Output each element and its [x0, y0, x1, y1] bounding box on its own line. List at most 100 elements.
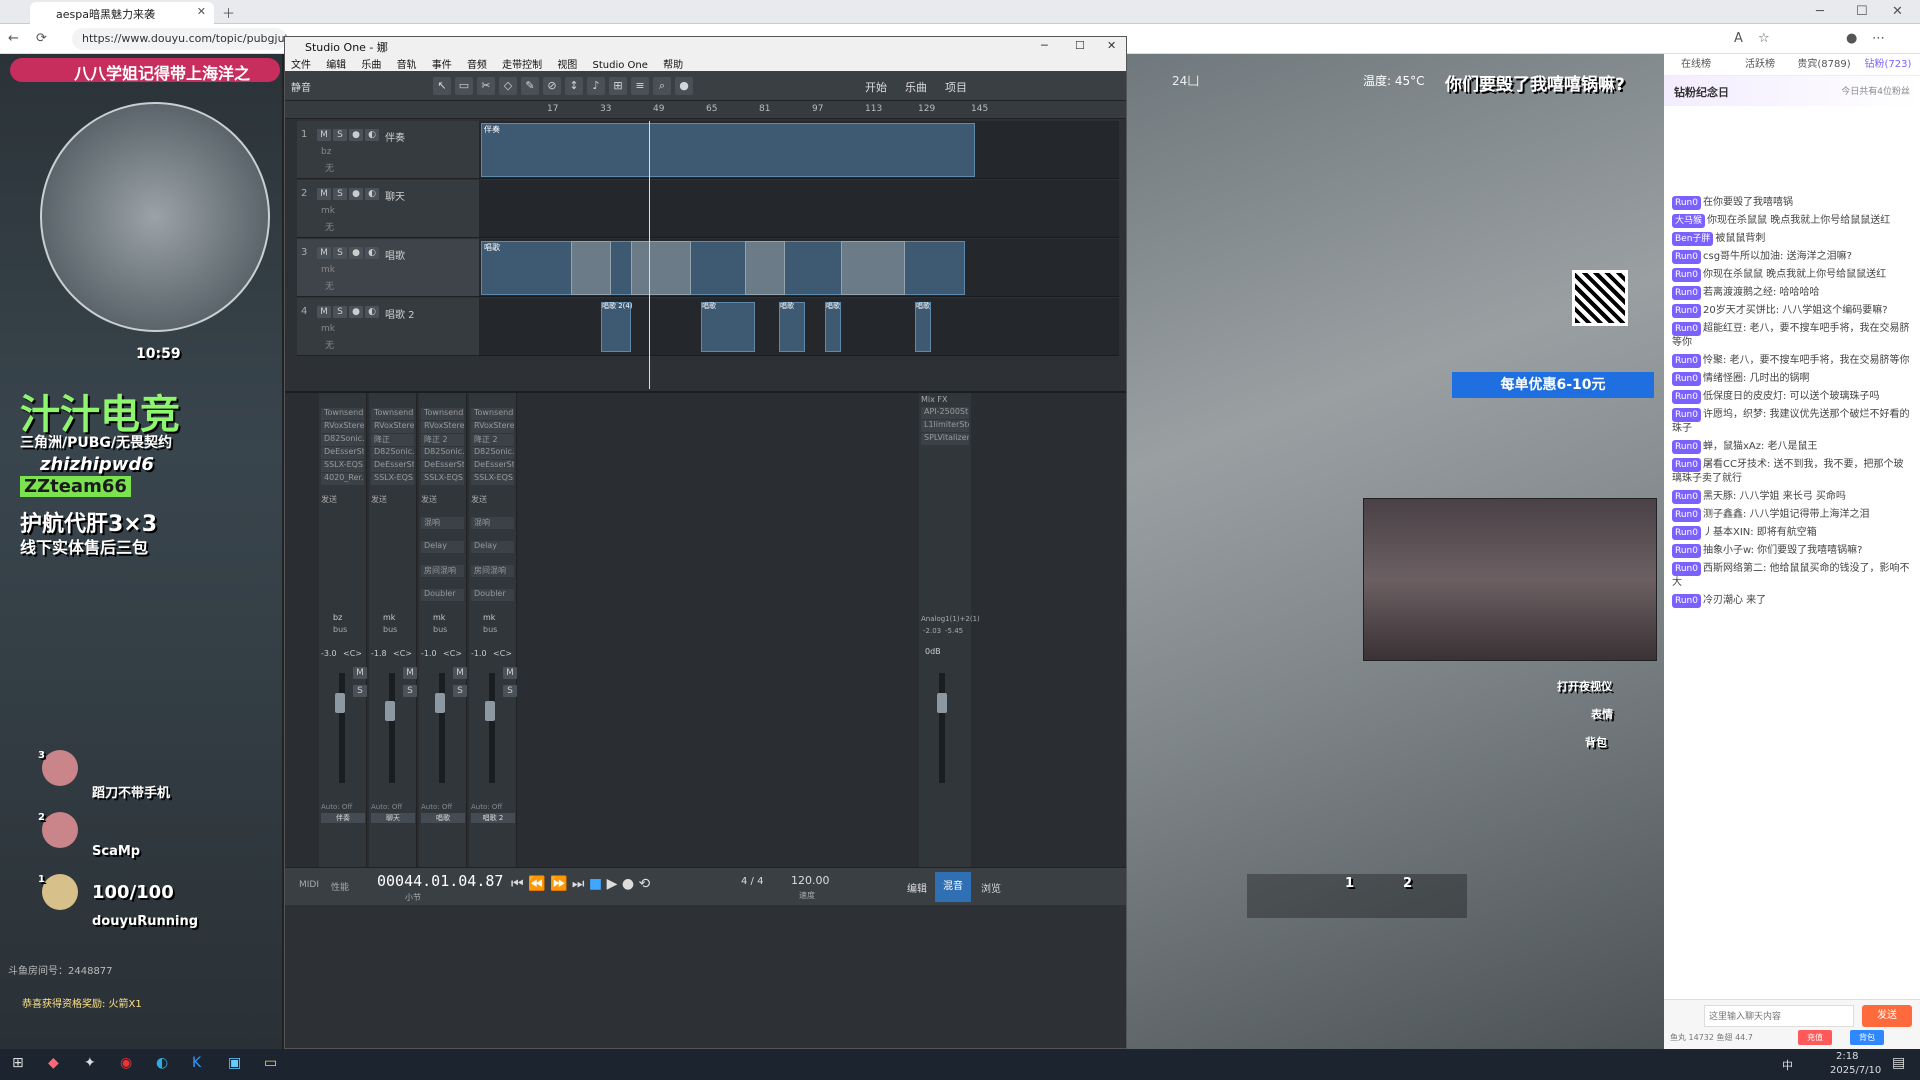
insert-slot[interactable]: D82Sonic.. [321, 434, 364, 446]
insert-slot[interactable]: Townsend.. [371, 408, 414, 420]
monitor-button[interactable]: ◐ [365, 129, 379, 141]
tab-diamond[interactable]: 钻粉(723) [1856, 54, 1920, 75]
insert-slot[interactable]: RVoxStereo [321, 421, 364, 433]
maximize-icon[interactable]: ☐ [1075, 39, 1085, 52]
master-fader[interactable] [939, 673, 945, 783]
channel-output[interactable]: mk [383, 613, 395, 622]
split-tool-icon[interactable]: ✂ [477, 77, 495, 95]
insert-slot[interactable]: L1limiterSte.. [921, 420, 969, 432]
channel-fader[interactable] [389, 673, 395, 783]
close-icon[interactable]: ✕ [1107, 39, 1116, 52]
insert-slot[interactable]: RVoxStereo [421, 421, 464, 433]
time-signature[interactable]: 4 / 4 [741, 876, 763, 887]
back-icon[interactable]: ← [8, 31, 19, 46]
channel-label[interactable]: 聊天 [371, 813, 415, 823]
track-lane[interactable]: 伴奏 [479, 121, 1119, 179]
channel-fader[interactable] [439, 673, 445, 783]
track-input[interactable]: 无 [325, 220, 334, 233]
channel-pan[interactable]: <C> [443, 649, 462, 658]
monitor-button[interactable]: ◐ [365, 247, 379, 259]
bend-tool-icon[interactable]: ↕ [565, 77, 583, 95]
track-input[interactable]: 无 [325, 161, 334, 174]
record-button[interactable]: ● [349, 247, 363, 259]
mute-button[interactable]: M [317, 306, 331, 318]
profile-icon[interactable]: ● [1846, 31, 1857, 46]
send-slot[interactable]: Delay [471, 541, 514, 553]
tab-vip[interactable]: 贵宾(8789) [1792, 54, 1856, 75]
folder-icon[interactable]: ▭ [264, 1055, 277, 1071]
listen-tool-icon[interactable]: ♪ [587, 77, 605, 95]
insert-slot[interactable]: 降正 [371, 434, 414, 446]
audio-clip[interactable]: 伴奏 [481, 123, 975, 177]
insert-slot[interactable]: 降正 2 [471, 434, 514, 446]
channel-pan[interactable]: <C> [343, 649, 362, 658]
insert-slot[interactable]: Townsend.. [321, 408, 364, 420]
menu-help[interactable]: 帮助 [657, 55, 689, 72]
send-slot[interactable]: Doubler [471, 589, 514, 601]
insert-slot[interactable]: 降正 2 [421, 434, 464, 446]
insert-slot[interactable]: D82Sonic.. [421, 447, 464, 459]
fader-cap[interactable] [385, 701, 395, 721]
arrow-tool-icon[interactable]: ↖ [433, 77, 451, 95]
rewind-start-icon[interactable]: ⏮ [511, 876, 524, 892]
insert-slot[interactable]: SPLVitalizer.. [921, 433, 969, 445]
track-header[interactable]: 2 M S ● ◐ 聊天 mk 无 [297, 180, 479, 238]
reload-icon[interactable]: ⟳ [36, 31, 47, 46]
mute-button[interactable]: M [453, 667, 467, 679]
track-output[interactable]: mk [321, 265, 335, 275]
track-header[interactable]: 3 M S ● ◐ 唱歌 mk 无 [297, 239, 479, 297]
solo-button[interactable]: S [353, 685, 367, 697]
send-slot[interactable]: 混响 [471, 517, 514, 529]
play-icon[interactable]: ▶ [607, 876, 618, 892]
menu-track[interactable]: 音轨 [391, 55, 423, 72]
monitor-button[interactable]: ◐ [365, 188, 379, 200]
chat-input[interactable] [1704, 1005, 1854, 1027]
tab-active[interactable]: 活跃榜 [1728, 54, 1792, 75]
send-slot[interactable]: Doubler [421, 589, 464, 601]
mute-button[interactable]: M [503, 667, 517, 679]
app-icon[interactable]: ✦ [84, 1055, 96, 1071]
send-slot[interactable]: 混响 [421, 517, 464, 529]
solo-button[interactable]: S [403, 685, 417, 697]
tab-online[interactable]: 在线榜 [1664, 54, 1728, 75]
record-icon[interactable]: ● [622, 876, 634, 892]
clock-time[interactable]: 2:18 [1836, 1051, 1858, 1062]
recharge-button[interactable]: 充值 [1798, 1030, 1832, 1045]
paint-tool-icon[interactable]: ✎ [521, 77, 539, 95]
menu-event[interactable]: 事件 [426, 55, 458, 72]
nav-project[interactable]: 项目 [945, 79, 967, 95]
audio-clip[interactable]: 唱歌 [779, 302, 805, 352]
tempo-value[interactable]: 120.00 [791, 874, 830, 887]
track-header[interactable]: 1 M S ● ◐ 伴奏 bz 无 [297, 121, 479, 179]
minimize-icon[interactable]: ─ [1041, 39, 1048, 52]
quantize-icon[interactable]: ≡ [631, 77, 649, 95]
insert-slot[interactable]: SSLX-EQS.. [471, 473, 514, 485]
track-name[interactable]: 唱歌 [385, 247, 405, 262]
track-output[interactable]: bz [321, 147, 331, 157]
insert-slot[interactable]: RVoxStereo [471, 421, 514, 433]
read-aloud-icon[interactable]: A [1734, 31, 1743, 46]
solo-button[interactable]: S [333, 188, 347, 200]
menu-file[interactable]: 文件 [285, 55, 317, 72]
mute-button[interactable]: M [317, 129, 331, 141]
channel-label[interactable]: 唱歌 [421, 813, 465, 823]
mute-button[interactable]: M [317, 247, 331, 259]
insert-slot[interactable]: DeEsserSt.. [421, 460, 464, 472]
channel-gain[interactable]: -3.0 [321, 649, 337, 658]
insert-slot[interactable]: SSLX-EQS.. [371, 473, 414, 485]
channel-fader[interactable] [489, 673, 495, 783]
track-name[interactable]: 聊天 [385, 188, 405, 203]
channel-output[interactable]: bz [333, 613, 342, 622]
menu-song[interactable]: 乐曲 [355, 55, 387, 72]
solo-button[interactable]: S [333, 306, 347, 318]
menu-view[interactable]: 视图 [551, 55, 583, 72]
stop-icon[interactable]: ■ [589, 876, 602, 892]
channel-gain[interactable]: -1.0 [471, 649, 487, 658]
more-icon[interactable]: ⋯ [1872, 31, 1885, 46]
fader-cap[interactable] [435, 693, 445, 713]
track-name[interactable]: 唱歌 2 [385, 306, 415, 321]
audio-clip[interactable] [745, 241, 785, 295]
notification-icon[interactable]: ▤ [1892, 1055, 1905, 1071]
send-slot[interactable]: 房间混响 [471, 565, 514, 577]
track-input[interactable]: 无 [325, 279, 334, 292]
